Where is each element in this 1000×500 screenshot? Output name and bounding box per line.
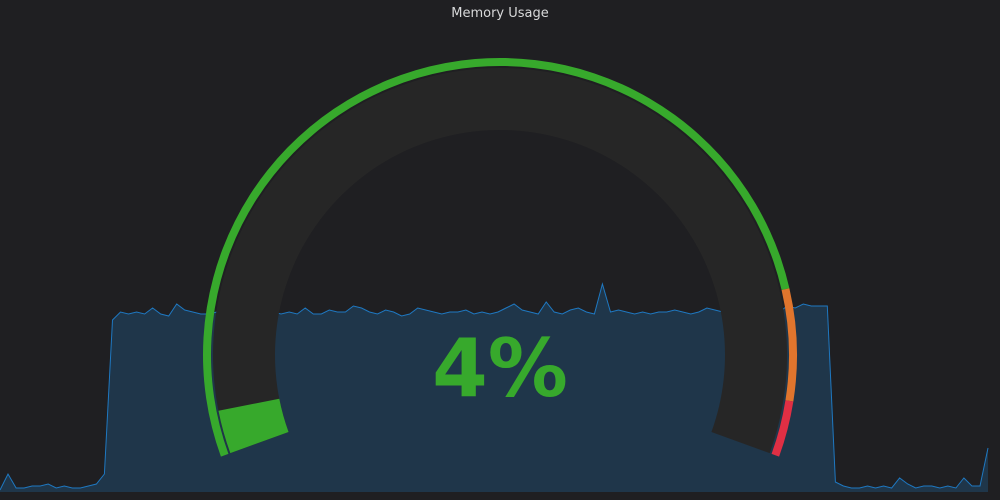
gauge-value-text: 4% [432, 322, 568, 415]
panel-title[interactable]: Memory Usage [0, 6, 1000, 21]
gauge-visualization: 4% [0, 58, 989, 492]
gauge-panel: 4% Memory Usage [0, 0, 1000, 500]
